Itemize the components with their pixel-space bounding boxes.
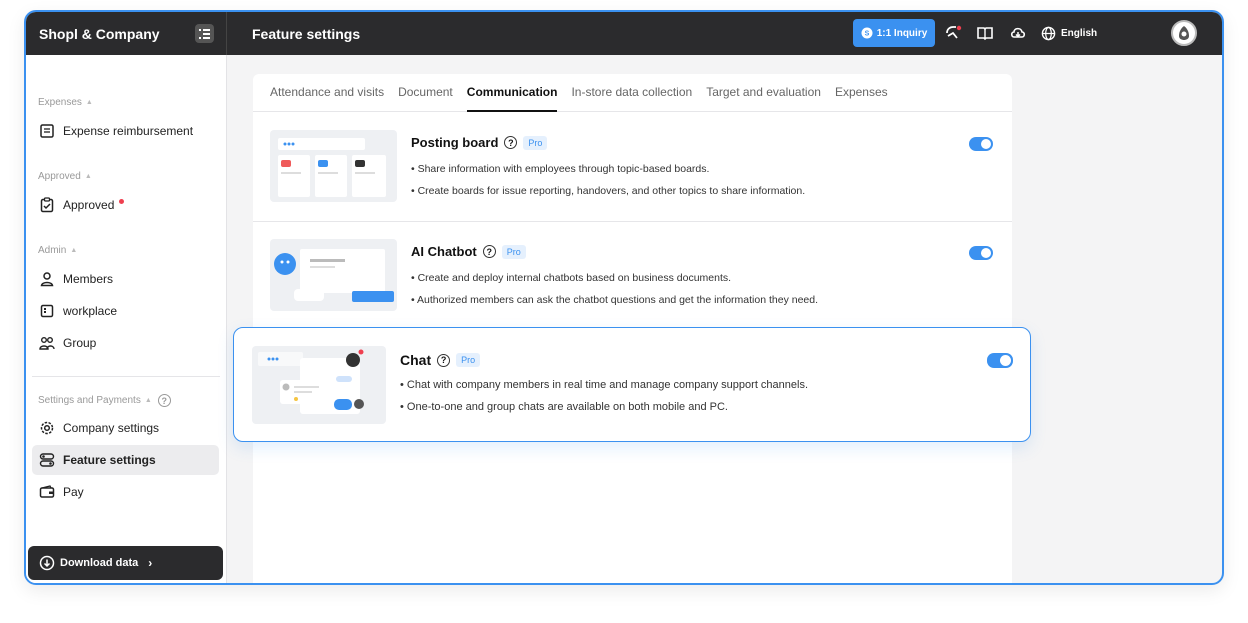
tab-target-and-evaluation[interactable]: Target and evaluation <box>706 85 821 111</box>
download-data-button[interactable]: Download data › <box>28 546 223 580</box>
clipboard-check-icon <box>40 197 54 213</box>
caret-up-icon: ▲ <box>84 173 92 180</box>
section-label-admin[interactable]: Admin ▲ <box>38 245 77 256</box>
pro-badge: Pro <box>456 353 481 367</box>
feature-title: Chat ? Pro <box>400 352 481 368</box>
cloud-download-icon[interactable] <box>1009 24 1027 42</box>
feature-title: AI Chatbot ? Pro <box>411 244 526 259</box>
chevron-right-icon: › <box>148 556 153 570</box>
feature-bullet: • Share information with employees throu… <box>411 163 710 175</box>
tab-communication[interactable]: Communication <box>466 85 557 112</box>
user-icon <box>40 272 54 287</box>
feature-bullet: • Chat with company members in real time… <box>400 379 809 391</box>
book-icon[interactable] <box>976 24 994 42</box>
section-label-settings[interactable]: Settings and Payments ▲ ? <box>38 394 171 407</box>
sidebar-item-group[interactable]: Group <box>32 328 219 358</box>
sidebar-item-approved[interactable]: Approved <box>32 190 219 220</box>
language-selector[interactable]: English <box>1041 23 1097 43</box>
page-title: Feature settings <box>252 25 361 42</box>
gear-icon <box>40 421 54 435</box>
sidebar-item-label: Pay <box>63 485 84 499</box>
receipt-icon <box>40 124 54 138</box>
tab-document[interactable]: Document <box>398 85 453 111</box>
help-icon[interactable]: ? <box>504 136 518 149</box>
tab-expenses[interactable]: Expenses <box>835 85 888 111</box>
feature-posting-board: Posting board ? Pro • Share information … <box>253 113 1012 222</box>
sidebar-item-pay[interactable]: Pay <box>32 477 219 507</box>
help-icon[interactable]: ? <box>437 353 451 367</box>
building-icon <box>40 304 54 318</box>
language-label: English <box>1061 27 1098 39</box>
sidebar: Expenses ▲ Expense reimbursement Approved… <box>26 55 227 583</box>
whats-new-icon[interactable] <box>944 24 962 42</box>
tab-bar: Attendance and visits Document Communica… <box>253 74 1012 112</box>
caret-up-icon: ▲ <box>144 397 152 404</box>
sidebar-item-label: Company settings <box>63 421 160 435</box>
tab-in-store-data-collection[interactable]: In-store data collection <box>571 85 692 111</box>
help-icon[interactable]: ? <box>157 394 171 407</box>
help-icon[interactable]: ? <box>482 245 496 258</box>
feature-bullet: • One-to-one and group chats are availab… <box>400 401 728 413</box>
sidebar-item-workplace[interactable]: workplace <box>32 296 219 326</box>
user-avatar-icon <box>1179 26 1189 40</box>
svg-text:S: S <box>864 31 869 38</box>
feature-bullet: • Create and deploy internal chatbots ba… <box>411 272 732 284</box>
sidebar-item-label: Expense reimbursement <box>63 124 194 138</box>
pro-badge: Pro <box>501 244 526 259</box>
group-icon <box>39 337 55 350</box>
pro-badge: Pro <box>523 135 548 150</box>
section-label-approved[interactable]: Approved ▲ <box>38 171 92 182</box>
tab-attendance-and-visits[interactable]: Attendance and visits <box>270 85 384 111</box>
posting-board-illustration <box>270 130 397 202</box>
feature-ai-chatbot: AI Chatbot ? Pro • Create and deploy int… <box>253 222 1012 331</box>
sidebar-item-company-settings[interactable]: Company settings <box>32 413 219 443</box>
chat-illustration <box>252 346 386 424</box>
sidebar-item-feature-settings[interactable]: Feature settings <box>32 445 219 475</box>
sidebar-item-members[interactable]: Members <box>32 264 219 294</box>
inquiry-button[interactable]: S 1:1 Inquiry <box>853 19 935 47</box>
toggles-icon <box>39 453 55 467</box>
inquiry-label: 1:1 Inquiry <box>876 27 928 39</box>
sidebar-item-label: Approved <box>63 198 115 212</box>
chat-toggle[interactable] <box>987 353 1013 368</box>
sidebar-item-label: workplace <box>63 304 118 318</box>
feature-chat: Chat ? Pro • Chat with company members i… <box>233 327 1031 442</box>
feature-bullet: • Create boards for issue reporting, han… <box>411 185 806 197</box>
feature-title: Posting board ? Pro <box>411 135 548 150</box>
caret-up-icon: ▲ <box>70 247 78 254</box>
section-label-expenses[interactable]: Expenses ▲ <box>38 97 93 108</box>
brand-area: Shopl & Company <box>26 12 227 55</box>
feature-bullet: • Authorized members can ask the chatbot… <box>411 294 819 306</box>
caret-up-icon: ▲ <box>85 99 93 106</box>
globe-icon <box>1041 26 1056 40</box>
sidebar-item-expense-reimbursement[interactable]: Expense reimbursement <box>32 116 219 146</box>
avatar[interactable] <box>1171 20 1197 46</box>
notification-dot <box>119 198 125 204</box>
company-name: Shopl & Company <box>39 25 160 42</box>
posting-board-toggle[interactable] <box>969 137 993 151</box>
collapse-sidebar-icon[interactable] <box>195 24 214 43</box>
ai-chatbot-illustration <box>270 239 397 311</box>
sidebar-item-label: Group <box>63 336 97 350</box>
wallet-icon <box>39 485 55 498</box>
app-window: Shopl & Company Feature settings S 1:1 I… <box>24 10 1224 585</box>
cloud-download-icon <box>39 555 55 571</box>
download-label: Download data <box>60 557 139 569</box>
support-icon: S <box>861 27 873 39</box>
top-bar: Shopl & Company Feature settings S 1:1 I… <box>26 12 1222 55</box>
sidebar-divider <box>32 376 220 377</box>
sidebar-item-label: Feature settings <box>63 453 156 467</box>
ai-chatbot-toggle[interactable] <box>969 246 993 260</box>
sidebar-item-label: Members <box>63 272 114 286</box>
